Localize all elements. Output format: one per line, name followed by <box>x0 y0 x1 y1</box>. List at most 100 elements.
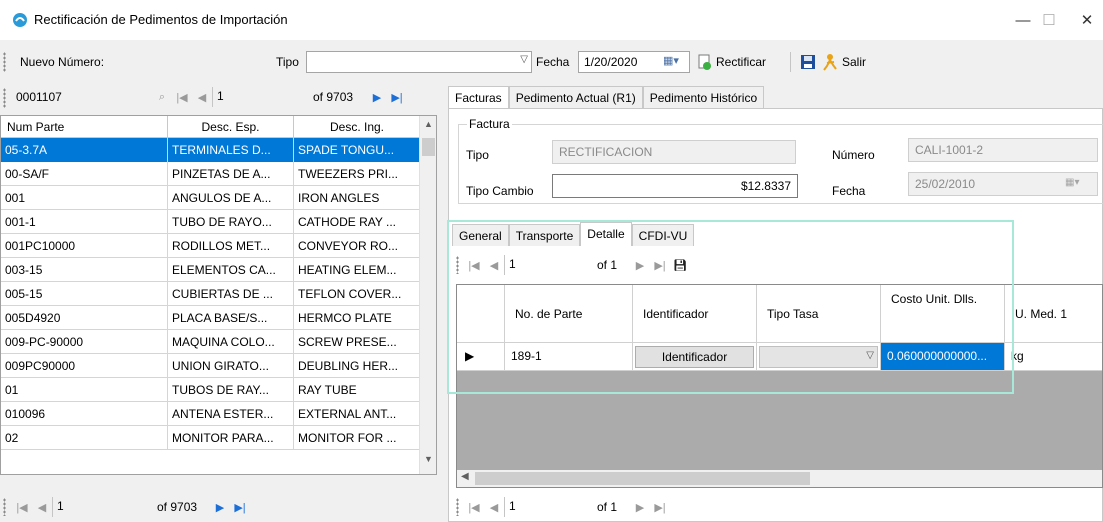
column-header-desc-esp[interactable]: Desc. Esp. <box>168 116 294 138</box>
detail-bottom-nav-grip[interactable] <box>456 498 459 516</box>
tipo-combobox[interactable]: ▽ <box>306 51 532 73</box>
desc-esp-cell[interactable]: MAQUINA COLO... <box>168 330 294 354</box>
column-header-num-parte[interactable]: Num Parte <box>1 116 168 138</box>
num-parte-cell[interactable]: 005D4920 <box>1 306 168 330</box>
first-record-icon[interactable]: |◀ <box>12 497 32 517</box>
num-parte-cell[interactable]: 05-3.7A <box>1 138 168 162</box>
num-parte-cell[interactable]: 009PC90000 <box>1 354 168 378</box>
num-parte-cell[interactable]: 02 <box>1 426 168 450</box>
num-parte-cell[interactable]: 009-PC-90000 <box>1 330 168 354</box>
rectificar-button[interactable]: Rectificar <box>698 52 784 72</box>
column-header-u-med[interactable]: U. Med. 1 <box>1005 285 1102 343</box>
desc-ing-cell[interactable]: TEFLON COVER... <box>294 282 421 306</box>
desc-ing-cell[interactable]: EXTERNAL ANT... <box>294 402 421 426</box>
desc-esp-cell[interactable]: TERMINALES D... <box>168 138 294 162</box>
nuevo-numero-input[interactable] <box>110 51 270 73</box>
num-parte-cell[interactable]: 00-SA/F <box>1 162 168 186</box>
scroll-up-icon[interactable]: ▲ <box>420 119 436 135</box>
table-row[interactable]: 010096 ANTENA ESTER... EXTERNAL ANT... <box>1 402 421 426</box>
tab-facturas[interactable]: Facturas <box>448 86 509 108</box>
tab-pedimento-historico[interactable]: Pedimento Histórico <box>642 86 765 108</box>
desc-esp-cell[interactable]: CUBIERTAS DE ... <box>168 282 294 306</box>
desc-ing-cell[interactable]: DEUBLING HER... <box>294 354 421 378</box>
salir-button[interactable]: Salir <box>822 52 882 72</box>
desc-esp-cell[interactable]: RODILLOS MET... <box>168 234 294 258</box>
desc-ing-cell[interactable]: RAY TUBE <box>294 378 421 402</box>
next-record-icon[interactable]: ▶ <box>630 497 650 517</box>
last-record-icon[interactable]: ▶| <box>387 87 407 107</box>
first-record-icon[interactable]: |◀ <box>172 87 192 107</box>
scroll-thumb[interactable] <box>475 472 810 485</box>
desc-esp-cell[interactable]: UNION GIRATO... <box>168 354 294 378</box>
num-parte-cell[interactable]: 001-1 <box>1 210 168 234</box>
desc-esp-cell[interactable]: ANTENA ESTER... <box>168 402 294 426</box>
desc-esp-cell[interactable]: TUBO DE RAYO... <box>168 210 294 234</box>
calendar-icon[interactable]: ▦▾ <box>663 54 679 67</box>
previous-record-icon[interactable]: ◀ <box>32 497 52 517</box>
maximize-button[interactable]: ☐ <box>1034 8 1064 32</box>
table-row[interactable]: 005-15 CUBIERTAS DE ... TEFLON COVER... <box>1 282 421 306</box>
table-row[interactable]: 005D4920 PLACA BASE/S... HERMCO PLATE <box>1 306 421 330</box>
bottom-nav-grip[interactable] <box>3 498 6 516</box>
desc-ing-cell[interactable]: HERMCO PLATE <box>294 306 421 330</box>
close-button[interactable]: ✕ <box>1072 8 1102 32</box>
first-record-icon[interactable]: |◀ <box>464 497 484 517</box>
num-parte-cell[interactable]: 010096 <box>1 402 168 426</box>
desc-ing-cell[interactable]: TWEEZERS PRI... <box>294 162 421 186</box>
previous-record-icon[interactable]: ◀ <box>484 497 504 517</box>
num-parte-cell[interactable]: 005-15 <box>1 282 168 306</box>
table-row[interactable]: 00-SA/F PINZETAS DE A... TWEEZERS PRI... <box>1 162 421 186</box>
record-position-input[interactable]: 1 <box>212 87 272 107</box>
factura-tipo-field[interactable]: RECTIFICACION <box>552 140 796 164</box>
u-med-cell[interactable]: kg <box>1005 343 1102 371</box>
grid-vertical-scrollbar[interactable]: ▲ ▼ <box>419 116 436 474</box>
detail-horizontal-scrollbar[interactable]: ◀ <box>457 470 1102 487</box>
tab-pedimento-actual[interactable]: Pedimento Actual (R1) <box>508 86 643 108</box>
desc-esp-cell[interactable]: ANGULOS DE A... <box>168 186 294 210</box>
table-row[interactable]: 001-1 TUBO DE RAYO... CATHODE RAY ... <box>1 210 421 234</box>
last-record-icon[interactable]: ▶| <box>230 497 250 517</box>
calendar-icon[interactable]: ▦▾ <box>1065 177 1079 188</box>
parts-grid[interactable]: Num Parte Desc. Esp. Desc. Ing. 05-3.7A T… <box>0 115 437 475</box>
toolbar-grip[interactable] <box>3 52 6 72</box>
desc-ing-cell[interactable]: SCREW PRESE... <box>294 330 421 354</box>
desc-esp-cell[interactable]: TUBOS DE RAY... <box>168 378 294 402</box>
table-row[interactable]: 001 ANGULOS DE A... IRON ANGLES <box>1 186 421 210</box>
chevron-down-icon[interactable]: ▽ <box>520 54 528 65</box>
desc-esp-cell[interactable]: PLACA BASE/S... <box>168 306 294 330</box>
next-record-icon[interactable]: ▶ <box>210 497 230 517</box>
record-position-input[interactable]: 1 <box>52 497 112 517</box>
table-row[interactable]: 001PC10000 RODILLOS MET... CONVEYOR RO... <box>1 234 421 258</box>
column-header-desc-ing[interactable]: Desc. Ing. <box>294 116 421 138</box>
desc-esp-cell[interactable]: ELEMENTOS CA... <box>168 258 294 282</box>
desc-ing-cell[interactable]: CATHODE RAY ... <box>294 210 421 234</box>
scroll-thumb[interactable] <box>422 138 435 156</box>
last-record-icon[interactable]: ▶| <box>650 497 670 517</box>
table-row[interactable]: 05-3.7A TERMINALES D... SPADE TONGU... <box>1 138 421 162</box>
desc-ing-cell[interactable]: HEATING ELEM... <box>294 258 421 282</box>
scroll-left-icon[interactable]: ◀ <box>461 471 469 482</box>
search-input[interactable]: 0001107 <box>10 86 150 108</box>
desc-esp-cell[interactable]: PINZETAS DE A... <box>168 162 294 186</box>
desc-ing-cell[interactable]: SPADE TONGU... <box>294 138 421 162</box>
num-parte-cell[interactable]: 003-15 <box>1 258 168 282</box>
search-icon[interactable]: ⌕ <box>152 87 172 107</box>
factura-fecha-picker[interactable]: 25/02/2010 ▦▾ <box>908 172 1098 196</box>
table-row[interactable]: 009-PC-90000 MAQUINA COLO... SCREW PRESE..… <box>1 330 421 354</box>
desc-esp-cell[interactable]: MONITOR PARA... <box>168 426 294 450</box>
fecha-datepicker[interactable]: 1/20/2020 ▦▾ <box>578 51 690 73</box>
record-position-input[interactable]: 1 <box>504 497 560 517</box>
factura-numero-field[interactable]: CALI-1001-2 <box>908 138 1098 162</box>
save-icon[interactable] <box>800 54 816 70</box>
num-parte-cell[interactable]: 001 <box>1 186 168 210</box>
table-row[interactable]: 009PC90000 UNION GIRATO... DEUBLING HER... <box>1 354 421 378</box>
tipo-cambio-field[interactable]: $12.8337 <box>552 174 798 198</box>
desc-ing-cell[interactable]: CONVEYOR RO... <box>294 234 421 258</box>
desc-ing-cell[interactable]: MONITOR FOR ... <box>294 426 421 450</box>
num-parte-cell[interactable]: 001PC10000 <box>1 234 168 258</box>
previous-record-icon[interactable]: ◀ <box>192 87 212 107</box>
search-grip[interactable] <box>3 88 6 108</box>
num-parte-cell[interactable]: 01 <box>1 378 168 402</box>
table-row[interactable]: 003-15 ELEMENTOS CA... HEATING ELEM... <box>1 258 421 282</box>
table-row[interactable]: 02 MONITOR PARA... MONITOR FOR ... <box>1 426 421 450</box>
